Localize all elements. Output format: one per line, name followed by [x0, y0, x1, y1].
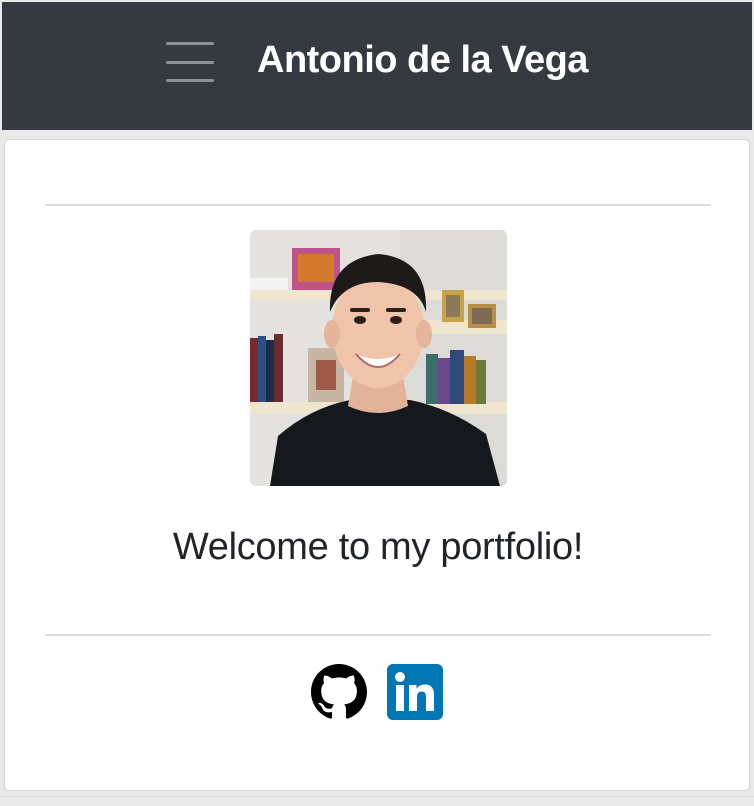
hamburger-line [166, 79, 214, 82]
avatar-photo [250, 230, 507, 486]
divider-bottom [45, 634, 711, 636]
welcome-heading: Welcome to my portfolio! [172, 526, 584, 568]
top-navbar: Antonio de la Vega [2, 2, 752, 130]
github-icon[interactable] [311, 664, 367, 720]
main-card: Welcome to my portfolio! [4, 139, 750, 791]
site-brand[interactable]: Antonio de la Vega [257, 38, 588, 82]
avatar [250, 230, 507, 486]
hamburger-line [166, 42, 214, 45]
bottom-edge [0, 796, 754, 806]
social-links [311, 664, 443, 720]
hamburger-line [166, 60, 214, 64]
linkedin-icon[interactable] [387, 664, 443, 720]
divider-top [45, 204, 711, 206]
hamburger-menu-icon[interactable] [166, 42, 216, 82]
